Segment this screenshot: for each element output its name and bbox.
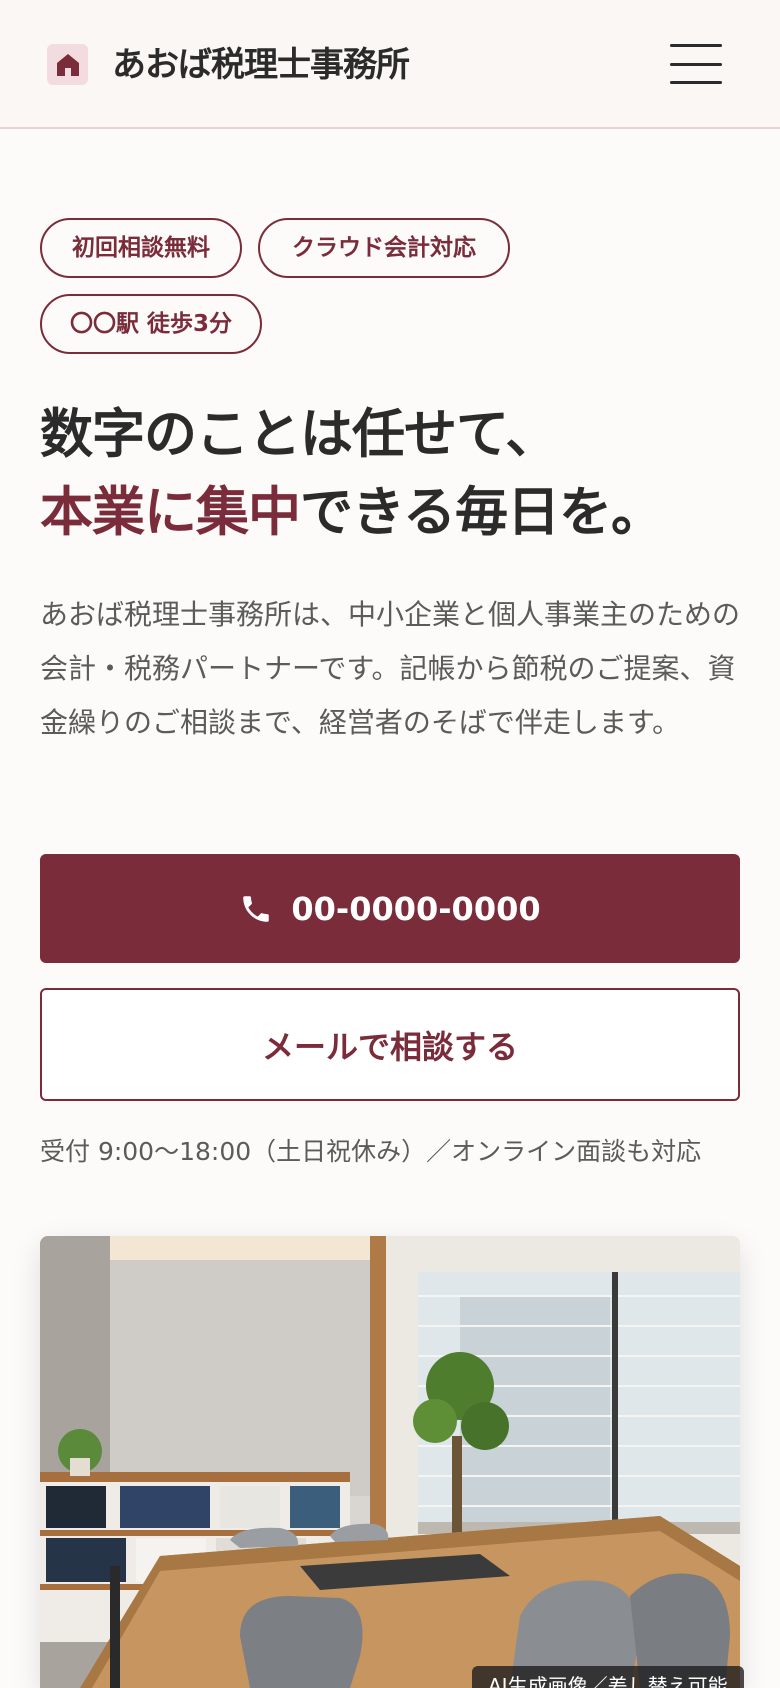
mail-consult-button[interactable]: メールで相談する [40, 988, 740, 1101]
headline-rest: できる毎日を。 [300, 481, 664, 543]
hero-headline: 数字のことは任せて、 本業に集中できる毎日を。 [40, 395, 760, 551]
tag-free-consultation: 初回相談無料 [40, 218, 242, 278]
headline-accent: 本業に集中 [40, 481, 301, 543]
site-header: あおば税理士事務所 [0, 0, 780, 129]
house-icon [56, 53, 79, 76]
phone-icon [243, 895, 270, 922]
office-photo [40, 1236, 740, 1688]
headline-line1: 数字のことは任せて、 [40, 403, 558, 465]
business-hours: 受付 9:00〜18:00（土日祝休み）／オンライン面談も対応 [40, 1137, 702, 1166]
logo-mark[interactable] [47, 44, 88, 85]
tag-station-access: 〇〇駅 徒歩3分 [40, 294, 262, 354]
tag-cloud-accounting: クラウド会計対応 [258, 218, 510, 278]
brand-name[interactable]: あおば税理士事務所 [112, 40, 410, 90]
phone-call-button[interactable]: 00-0000-0000 [40, 854, 740, 963]
phone-number: 00-0000-0000 [291, 889, 541, 928]
hero-lead: あおば税理士事務所は、中小企業と個人事業主のための会計・税務パートナーです。記帳… [40, 598, 741, 739]
mail-consult-label: メールで相談する [261, 1027, 518, 1066]
hamburger-menu-icon[interactable] [670, 44, 722, 84]
photo-caption: AI生成画像／差し替え可能 [472, 1666, 744, 1688]
